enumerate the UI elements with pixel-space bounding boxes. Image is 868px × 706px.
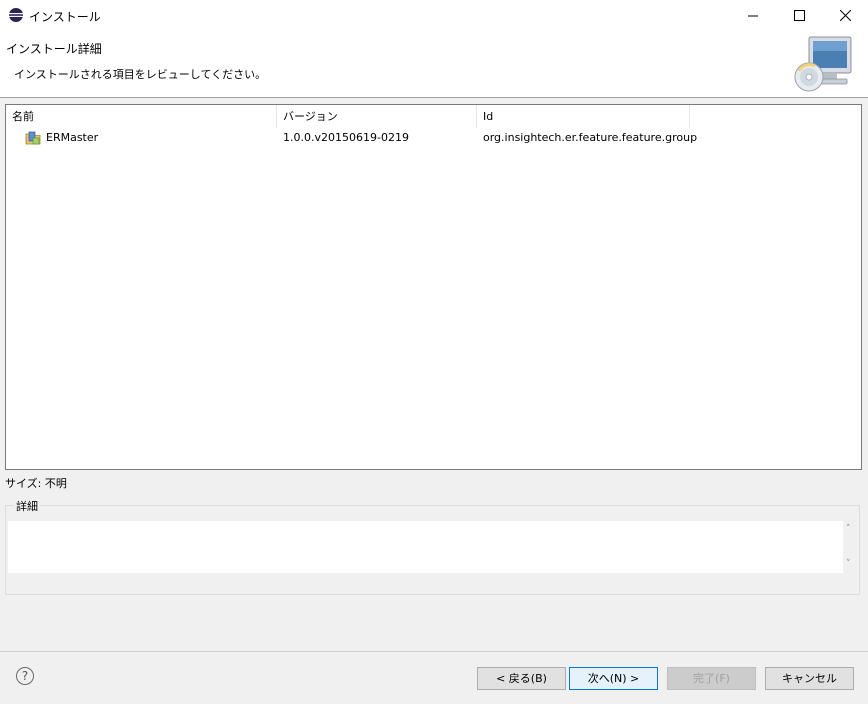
column-header-name[interactable]: 名前 (6, 105, 277, 128)
install-items-table[interactable]: 名前 バージョン Id ERMaster 1.0.0.v20150619-021… (5, 104, 862, 470)
scroll-down-arrow-icon[interactable]: ˅ (846, 559, 851, 569)
wizard-banner: インストール詳細 インストールされる項目をレビューしてください。 (0, 31, 868, 98)
close-icon (839, 10, 851, 21)
size-label: サイズ: 不明 (5, 477, 67, 490)
minimize-icon (747, 15, 758, 17)
page-title: インストール詳細 (6, 42, 102, 56)
finish-button: 完了(F) (667, 667, 756, 690)
title-bar: インストール (0, 0, 868, 31)
minimize-button[interactable] (730, 0, 776, 31)
table-row[interactable]: ERMaster 1.0.0.v20150619-0219 org.insigh… (6, 128, 861, 148)
page-description: インストールされる項目をレビューしてください。 (14, 68, 267, 81)
eclipse-app-icon (9, 8, 23, 22)
footer-divider (0, 651, 868, 652)
maximize-icon (793, 10, 805, 21)
maximize-button[interactable] (776, 0, 822, 31)
details-text-area[interactable] (8, 521, 843, 573)
row-name: ERMaster (46, 131, 99, 144)
next-button[interactable]: 次へ(N) > (569, 667, 658, 690)
row-version: 1.0.0.v20150619-0219 (283, 131, 409, 144)
help-icon[interactable]: ? (16, 667, 34, 685)
details-group-label: 詳細 (14, 498, 40, 514)
install-wizard-computer-cd-icon (794, 36, 852, 92)
close-button[interactable] (822, 0, 868, 31)
column-header-id[interactable]: Id (477, 105, 690, 128)
scroll-up-arrow-icon[interactable]: ˄ (846, 524, 851, 534)
column-header-version[interactable]: バージョン (277, 105, 477, 128)
cancel-button[interactable]: キャンセル (765, 667, 854, 690)
back-button[interactable]: < 戻る(B) (477, 667, 566, 690)
feature-package-icon (25, 131, 41, 145)
row-id: org.insightech.er.feature.feature.group (483, 131, 698, 144)
window-title: インストール (29, 10, 101, 24)
